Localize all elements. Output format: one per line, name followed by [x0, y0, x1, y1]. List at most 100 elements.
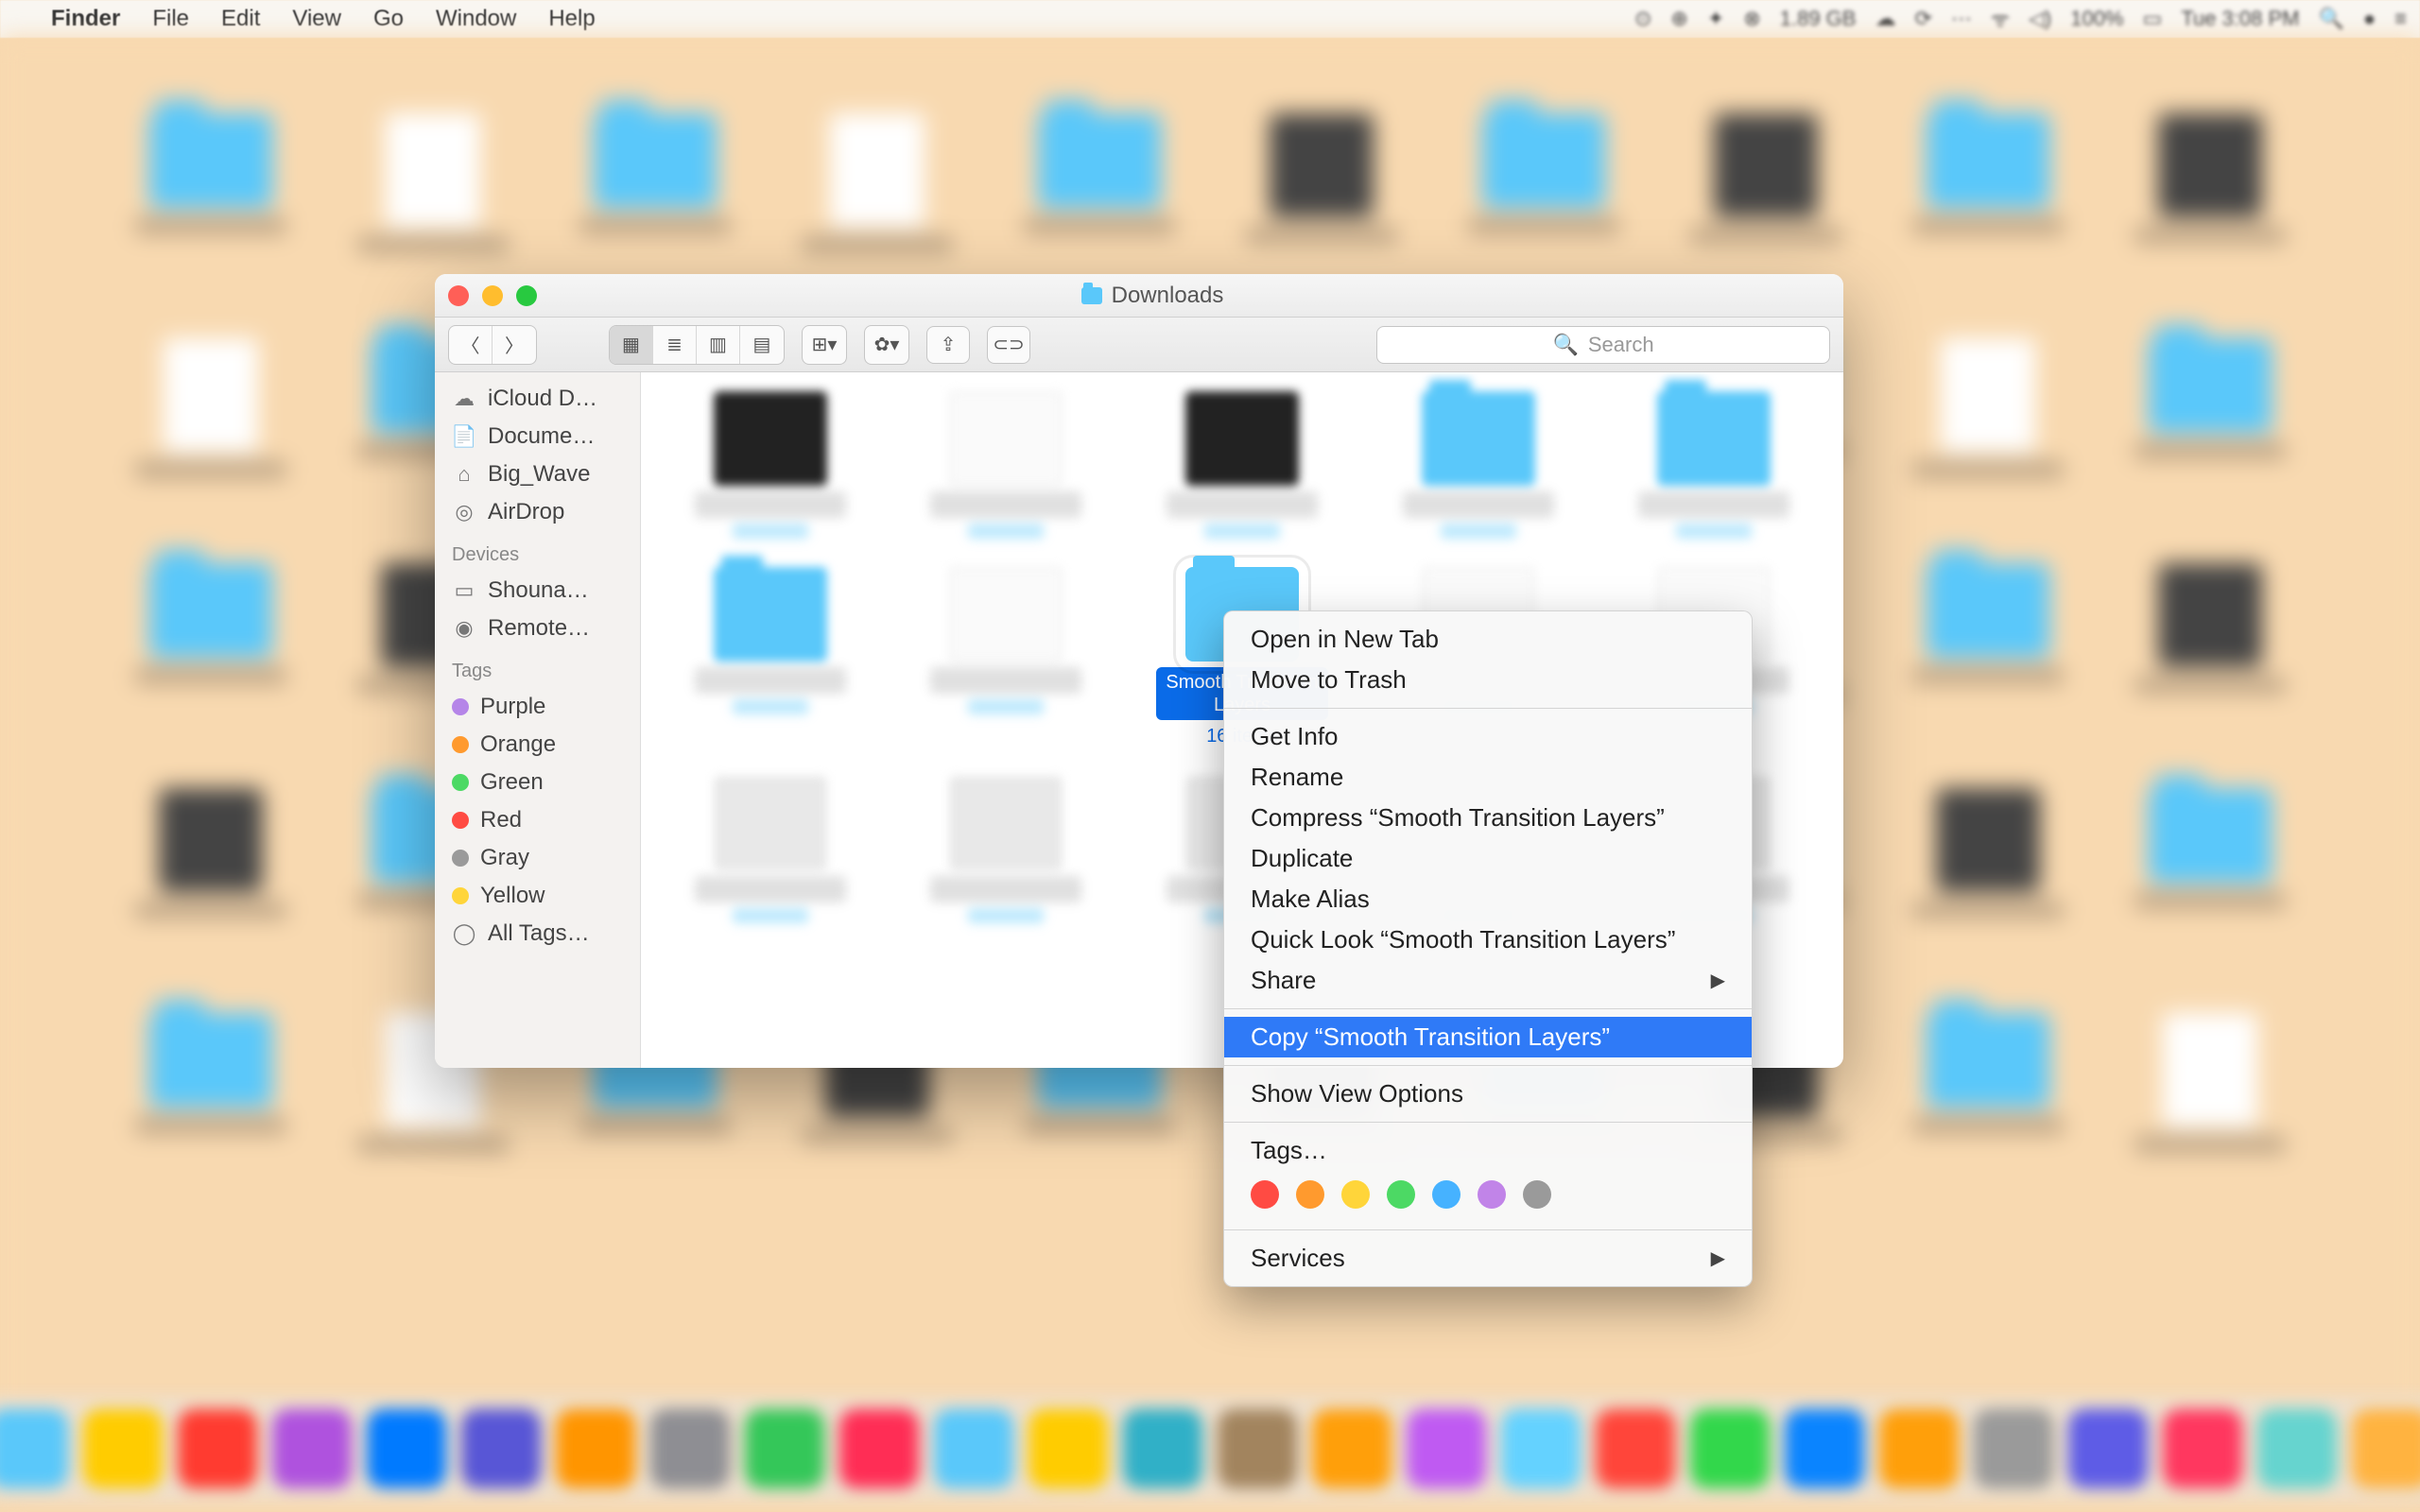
- tag-dot-icon: [452, 736, 469, 753]
- dock-app-icon[interactable]: [1974, 1409, 2053, 1488]
- file-item[interactable]: [1377, 391, 1580, 539]
- sidebar-item-big_wave[interactable]: ⌂Big_Wave: [435, 455, 640, 493]
- list-view-button[interactable]: ≣: [653, 326, 697, 364]
- dock-app-icon[interactable]: [83, 1409, 163, 1488]
- context-item-label: Duplicate: [1251, 844, 1353, 873]
- dock-app-icon[interactable]: [0, 1409, 68, 1488]
- context-tag-color[interactable]: [1432, 1180, 1461, 1209]
- sidebar-tag-yellow[interactable]: Yellow: [435, 877, 640, 915]
- file-item[interactable]: [1613, 391, 1815, 539]
- menubar-edit[interactable]: Edit: [221, 6, 260, 32]
- file-item[interactable]: [1141, 391, 1343, 539]
- gallery-view-button[interactable]: ▤: [740, 326, 784, 364]
- menubar-view[interactable]: View: [292, 6, 341, 32]
- file-item[interactable]: [669, 391, 872, 539]
- nav-back-forward: 〈 〉: [448, 325, 537, 365]
- context-item-tags[interactable]: Tags…: [1224, 1130, 1752, 1171]
- sidebar-tag-orange[interactable]: Orange: [435, 726, 640, 764]
- dock-app-icon[interactable]: [461, 1409, 541, 1488]
- context-item-copy-smooth-transition-layers[interactable]: Copy “Smooth Transition Layers”: [1224, 1017, 1752, 1057]
- window-traffic-lights: [448, 285, 537, 306]
- dock-app-icon[interactable]: [2163, 1409, 2242, 1488]
- context-separator: [1224, 1122, 1752, 1123]
- action-button[interactable]: ✿▾: [865, 326, 908, 364]
- finder-search[interactable]: 🔍 Search: [1376, 326, 1830, 364]
- sidebar-item-icloudd[interactable]: ☁iCloud D…: [435, 380, 640, 418]
- globe-icon: ◉: [452, 616, 476, 641]
- dock-app-icon[interactable]: [556, 1409, 635, 1488]
- dock-app-icon[interactable]: [1596, 1409, 1675, 1488]
- dock-app-icon[interactable]: [1407, 1409, 1486, 1488]
- column-view-button[interactable]: ▥: [697, 326, 740, 364]
- context-item-get-info[interactable]: Get Info: [1224, 716, 1752, 757]
- dock-app-icon[interactable]: [2352, 1409, 2420, 1488]
- dock-app-icon[interactable]: [745, 1409, 824, 1488]
- context-item-label: Share: [1251, 966, 1316, 995]
- sidebar-tag-alltags[interactable]: ◯All Tags…: [435, 915, 640, 953]
- dock-app-icon[interactable]: [1218, 1409, 1297, 1488]
- context-item-open-in-new-tab[interactable]: Open in New Tab: [1224, 619, 1752, 660]
- sidebar-tag-green[interactable]: Green: [435, 764, 640, 801]
- dock-app-icon[interactable]: [1312, 1409, 1392, 1488]
- dock-app-icon[interactable]: [2257, 1409, 2337, 1488]
- dock-app-icon[interactable]: [1879, 1409, 1959, 1488]
- dock-app-icon[interactable]: [1785, 1409, 1864, 1488]
- context-tag-color[interactable]: [1341, 1180, 1370, 1209]
- sidebar-tag-purple[interactable]: Purple: [435, 688, 640, 726]
- context-item-move-to-trash[interactable]: Move to Trash: [1224, 660, 1752, 700]
- tags-button[interactable]: ⊂⊃: [987, 326, 1030, 364]
- finder-titlebar[interactable]: Downloads: [435, 274, 1843, 318]
- dock-app-icon[interactable]: [650, 1409, 730, 1488]
- context-tag-color[interactable]: [1387, 1180, 1415, 1209]
- context-item-services[interactable]: Services▶: [1224, 1238, 1752, 1279]
- context-item-share[interactable]: Share▶: [1224, 960, 1752, 1001]
- sidebar-item-docume[interactable]: 📄Docume…: [435, 418, 640, 455]
- menubar-go[interactable]: Go: [373, 6, 404, 32]
- forward-button[interactable]: 〉: [493, 326, 536, 364]
- dock-app-icon[interactable]: [367, 1409, 446, 1488]
- dock-app-icon[interactable]: [1690, 1409, 1770, 1488]
- dock-app-icon[interactable]: [1501, 1409, 1581, 1488]
- context-tag-color[interactable]: [1296, 1180, 1324, 1209]
- context-item-duplicate[interactable]: Duplicate: [1224, 838, 1752, 879]
- sidebar-device-shouna[interactable]: ▭Shouna…: [435, 572, 640, 610]
- dock-app-icon[interactable]: [1028, 1409, 1108, 1488]
- context-item-make-alias[interactable]: Make Alias: [1224, 879, 1752, 919]
- file-item[interactable]: [906, 391, 1108, 539]
- file-item[interactable]: [906, 567, 1108, 747]
- close-button[interactable]: [448, 285, 469, 306]
- menubar-help[interactable]: Help: [548, 6, 595, 32]
- sidebar-tag-red[interactable]: Red: [435, 801, 640, 839]
- dock-app-icon[interactable]: [839, 1409, 919, 1488]
- file-item[interactable]: [669, 776, 872, 923]
- file-item[interactable]: [906, 776, 1108, 923]
- menubar-app-name[interactable]: Finder: [51, 6, 120, 32]
- sidebar-device-remote[interactable]: ◉Remote…: [435, 610, 640, 647]
- dock-app-icon[interactable]: [1123, 1409, 1202, 1488]
- dock-app-icon[interactable]: [2068, 1409, 2148, 1488]
- context-tag-color[interactable]: [1523, 1180, 1551, 1209]
- back-button[interactable]: 〈: [449, 326, 493, 364]
- sidebar-item-airdrop[interactable]: ◎AirDrop: [435, 493, 640, 531]
- menubar-file[interactable]: File: [152, 6, 189, 32]
- context-tag-color[interactable]: [1478, 1180, 1506, 1209]
- zoom-button[interactable]: [516, 285, 537, 306]
- dock-app-icon[interactable]: [178, 1409, 257, 1488]
- minimize-button[interactable]: [482, 285, 503, 306]
- dock[interactable]: [0, 1397, 2420, 1501]
- context-item-rename[interactable]: Rename: [1224, 757, 1752, 798]
- file-item[interactable]: [669, 567, 872, 747]
- context-item-quick-look-smooth-transition-layers[interactable]: Quick Look “Smooth Transition Layers”: [1224, 919, 1752, 960]
- context-tag-color[interactable]: [1251, 1180, 1279, 1209]
- arrange-button[interactable]: ⊞▾: [803, 326, 846, 364]
- arrange-group: ⊞▾: [802, 325, 847, 365]
- share-button[interactable]: ⇪: [926, 326, 970, 364]
- dock-app-icon[interactable]: [272, 1409, 352, 1488]
- context-item-compress-smooth-transition-layers[interactable]: Compress “Smooth Transition Layers”: [1224, 798, 1752, 838]
- sidebar-tag-gray[interactable]: Gray: [435, 839, 640, 877]
- context-item-label: Get Info: [1251, 722, 1339, 751]
- dock-app-icon[interactable]: [934, 1409, 1013, 1488]
- context-item-show-view-options[interactable]: Show View Options: [1224, 1074, 1752, 1114]
- menubar-window[interactable]: Window: [436, 6, 516, 32]
- icon-view-button[interactable]: ▦: [610, 326, 653, 364]
